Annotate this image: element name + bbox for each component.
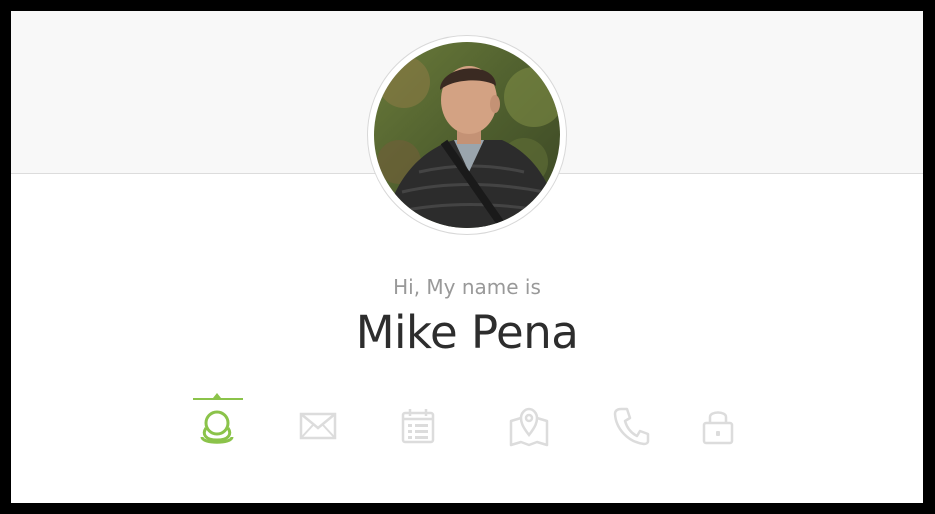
- tab-phone[interactable]: [601, 394, 661, 458]
- profile-card: Hi, My name is Mike Pena: [11, 11, 923, 503]
- lock-icon: [700, 406, 736, 446]
- active-tab-caret: [213, 393, 221, 398]
- profile-name: Mike Pena: [355, 306, 579, 359]
- envelope-icon: [299, 411, 337, 441]
- avatar: [374, 42, 560, 228]
- active-tab-indicator: [193, 398, 243, 400]
- greeting-text: Hi, My name is: [393, 275, 541, 299]
- avatar-frame: [367, 35, 567, 235]
- phone-icon: [612, 406, 650, 446]
- calendar-icon: [400, 407, 436, 445]
- tab-map[interactable]: [499, 394, 559, 458]
- tab-calendar[interactable]: [388, 394, 448, 458]
- tab-user[interactable]: [187, 393, 247, 458]
- tab-email[interactable]: [288, 394, 348, 458]
- user-icon: [197, 404, 237, 448]
- tab-password[interactable]: [688, 394, 748, 458]
- profile-tab-bar: [11, 393, 923, 464]
- map-pin-icon: [508, 405, 550, 447]
